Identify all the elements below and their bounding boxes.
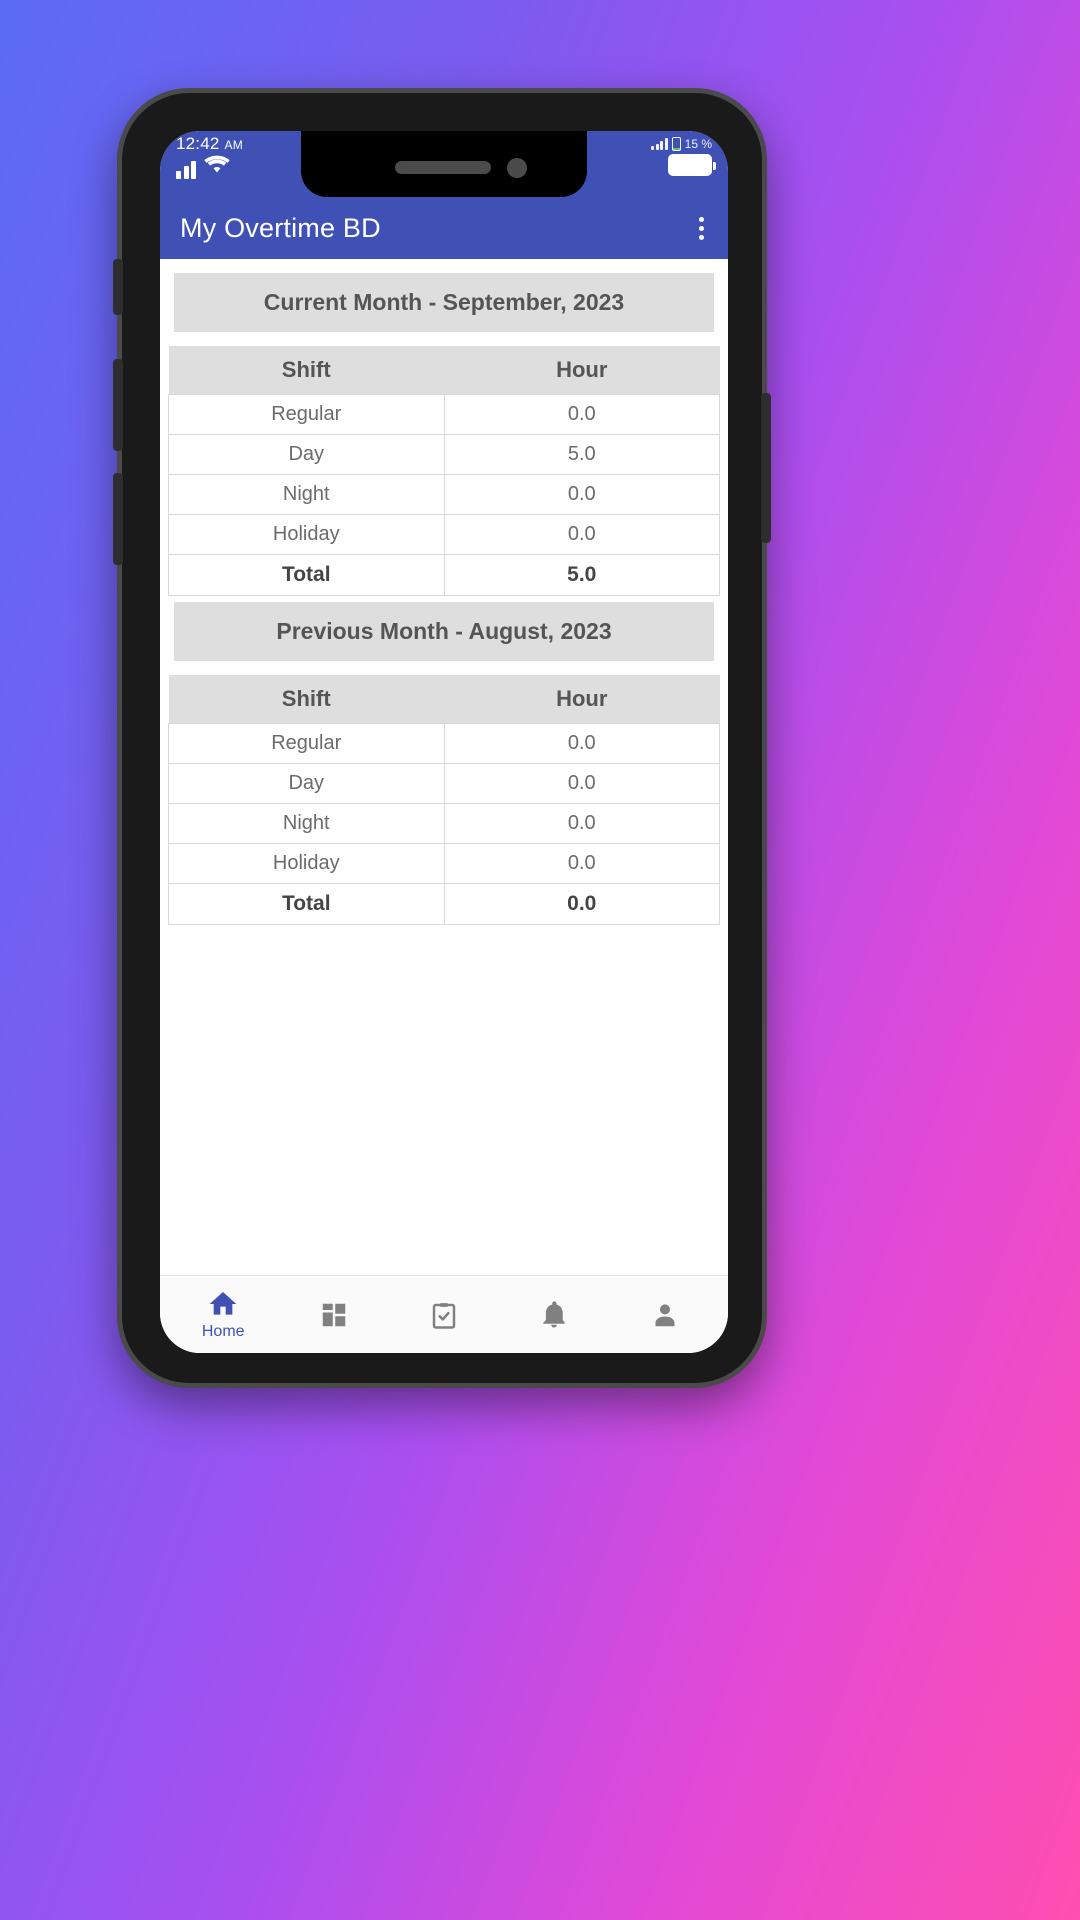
cell-shift: Holiday xyxy=(168,514,445,555)
clipboard-check-icon xyxy=(429,1300,459,1330)
table-row: Night 0.0 xyxy=(168,474,720,515)
mute-switch-button[interactable] xyxy=(113,259,123,315)
table-row: Day 5.0 xyxy=(168,434,720,475)
cell-hour: 0.0 xyxy=(443,394,720,435)
nav-item-notifications[interactable] xyxy=(499,1276,609,1353)
page-title: My Overtime BD xyxy=(180,212,381,243)
power-button[interactable] xyxy=(761,393,771,543)
table-row: Day 0.0 xyxy=(168,763,720,804)
table-header-row: Shift Hour xyxy=(168,675,720,724)
status-bar-right: 15 % xyxy=(651,135,716,176)
person-icon xyxy=(650,1300,680,1330)
cellular-signal-icon xyxy=(651,138,668,150)
cell-hour: 0.0 xyxy=(443,474,720,515)
table-row: Regular 0.0 xyxy=(168,723,720,764)
column-header-hour: Hour xyxy=(444,675,720,724)
notch xyxy=(301,131,587,197)
cell-shift: Day xyxy=(168,434,445,475)
front-camera-icon xyxy=(507,158,527,178)
column-header-shift: Shift xyxy=(168,675,444,724)
table-row: Holiday 0.0 xyxy=(168,843,720,884)
cell-hour: 0.0 xyxy=(443,514,720,555)
table-row: Regular 0.0 xyxy=(168,394,720,435)
status-left-icons xyxy=(176,155,230,179)
nav-label-home: Home xyxy=(201,1323,245,1340)
cell-hour: 5.0 xyxy=(443,554,720,596)
battery-icon xyxy=(668,154,716,176)
cell-hour: 5.0 xyxy=(443,434,720,475)
earpiece-speaker-icon xyxy=(395,161,491,174)
cell-shift: Holiday xyxy=(168,843,445,884)
cell-shift: Total xyxy=(168,883,445,925)
wifi-icon xyxy=(204,155,230,179)
section-header: Previous Month - August, 2023 xyxy=(174,602,714,661)
cell-shift: Regular xyxy=(168,723,445,764)
app-bar: My Overtime BD xyxy=(160,197,728,259)
volume-up-button[interactable] xyxy=(113,359,123,451)
overtime-table-previous: Shift Hour Regular 0.0 Day 0.0 Night 0.0 Ho… xyxy=(168,675,720,925)
nav-item-profile[interactable] xyxy=(610,1276,720,1353)
cell-hour: 0.0 xyxy=(443,723,720,764)
main-content: Current Month - September, 2023 Shift Ho… xyxy=(160,259,728,1275)
cell-shift: Regular xyxy=(168,394,445,435)
cell-hour: 0.0 xyxy=(443,763,720,804)
battery-percent-label: 15 % xyxy=(684,137,712,151)
overtime-table-current: Shift Hour Regular 0.0 Day 5.0 Night 0.0 Ho… xyxy=(168,346,720,596)
cell-shift: Total xyxy=(168,554,445,596)
nav-item-home[interactable]: Home xyxy=(168,1276,278,1353)
nav-item-dashboard[interactable] xyxy=(278,1276,388,1353)
cell-shift: Day xyxy=(168,763,445,804)
table-row-total: Total 5.0 xyxy=(168,554,720,596)
phone-frame: 12:42 AM 15 % My Overtime BD Current Mon… xyxy=(113,88,771,1388)
volume-down-button[interactable] xyxy=(113,473,123,565)
column-header-hour: Hour xyxy=(444,346,720,395)
column-header-shift: Shift xyxy=(168,346,444,395)
section-current-month: Current Month - September, 2023 Shift Ho… xyxy=(168,273,720,596)
status-right-top: 15 % xyxy=(651,137,712,151)
cell-shift: Night xyxy=(168,474,445,515)
phone-screen: 12:42 AM 15 % My Overtime BD Current Mon… xyxy=(160,131,728,1353)
table-header-row: Shift Hour xyxy=(168,346,720,395)
table-row: Holiday 0.0 xyxy=(168,514,720,555)
nav-item-tasks[interactable] xyxy=(389,1276,499,1353)
cell-shift: Night xyxy=(168,803,445,844)
cell-hour: 0.0 xyxy=(443,803,720,844)
status-bar-left: 12:42 AM xyxy=(176,135,243,179)
cell-hour: 0.0 xyxy=(443,843,720,884)
signal-bars-icon xyxy=(176,159,196,179)
bottom-navigation-bar: Home xyxy=(160,1275,728,1353)
bell-icon xyxy=(539,1300,569,1330)
battery-small-icon xyxy=(671,137,681,151)
home-icon xyxy=(207,1288,239,1320)
dashboard-grid-icon xyxy=(319,1300,349,1330)
overflow-menu-icon[interactable] xyxy=(693,209,710,248)
cell-hour: 0.0 xyxy=(443,883,720,925)
table-row: Night 0.0 xyxy=(168,803,720,844)
section-header: Current Month - September, 2023 xyxy=(174,273,714,332)
section-previous-month: Previous Month - August, 2023 Shift Hour… xyxy=(168,602,720,925)
status-time: 12:42 AM xyxy=(176,134,243,153)
table-row-total: Total 0.0 xyxy=(168,883,720,925)
